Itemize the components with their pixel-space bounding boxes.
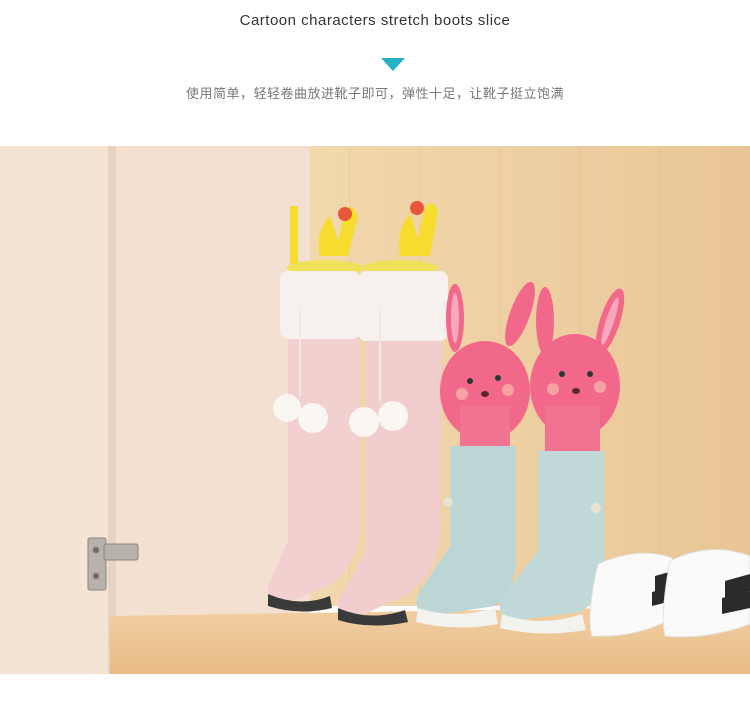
down-arrow-icon (381, 58, 405, 71)
sneaker-right (662, 549, 750, 638)
product-photo (0, 146, 750, 674)
product-subtitle: 使用简单，轻轻卷曲放进靴子即可，弹性十足，让靴子挺立饱满 (185, 87, 564, 102)
cabinet-door (0, 146, 112, 674)
product-title: Cartoon characters stretch boots slice (239, 12, 511, 29)
